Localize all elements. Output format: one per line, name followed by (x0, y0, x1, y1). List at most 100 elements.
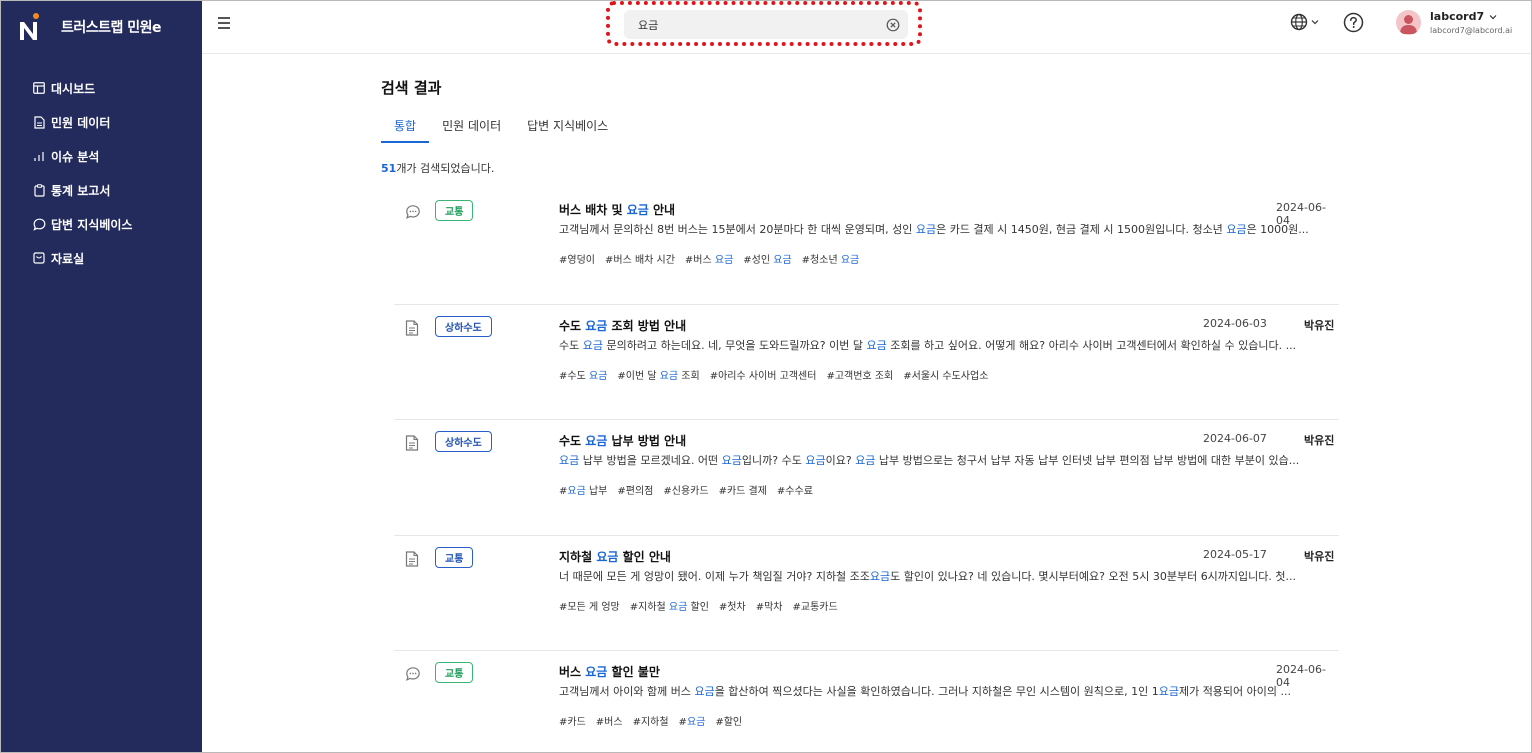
hashtag[interactable]: #첫차 (719, 598, 746, 613)
result-tabs: 통합 민원 데이터 답변 지식베이스 (381, 117, 634, 143)
tab-complaint-data[interactable]: 민원 데이터 (442, 117, 501, 143)
chevron-down-icon (1311, 20, 1319, 25)
file-icon (32, 115, 46, 129)
hashtag[interactable]: #성인 요금 (743, 251, 791, 266)
result-item[interactable]: 상하수도 수도 요금 납부 방법 안내 2024-06-07 박유진 요금 납부 방법을… (394, 420, 1339, 536)
result-author: 박유진 (1304, 434, 1335, 447)
hashtag[interactable]: #수도 요금 (559, 367, 607, 382)
result-title[interactable]: 버스 요금 할인 불만 (559, 663, 660, 680)
result-tags: #카드 #버스 #지하철 #요금 #할인 (559, 713, 752, 728)
result-date: 2024-06-07 (1203, 432, 1267, 445)
sidebar-item-label: 대시보드 (51, 81, 96, 96)
user-email: labcord7@labcord.ai (1430, 26, 1513, 35)
sidebar-item-issue-analysis[interactable]: 이슈 분석 (1, 139, 202, 173)
document-icon (405, 550, 421, 567)
hashtag[interactable]: #지하철 요금 할인 (630, 598, 709, 613)
tab-integrated[interactable]: 통합 (381, 117, 430, 143)
result-date: 2024-06-03 (1203, 316, 1267, 330)
sidebar-item-complaint-data[interactable]: 민원 데이터 (1, 105, 202, 139)
chevron-down-icon (1489, 14, 1497, 19)
result-item[interactable]: 상하수도 수도 요금 조회 방법 안내 2024-06-03 박유진수도 요금 문의하… (394, 305, 1339, 420)
sidebar-nav: 대시보드 민원 데이터 이슈 분석 통계 보고서 답변 지식베이스 자료실 (1, 71, 202, 275)
hashtag[interactable]: #편의점 (617, 482, 653, 497)
result-title[interactable]: 수도 요금 납부 방법 안내 (559, 432, 686, 449)
hashtag[interactable]: #버스 요금 (685, 251, 733, 266)
hashtag[interactable]: #할인 (715, 713, 742, 728)
results-list: 교통 버스 배차 및 요금 안내 2024-06-04 고객님께서 문의하신 8번 버… (394, 189, 1339, 753)
result-item[interactable]: 교통 버스 배차 및 요금 안내 2024-06-04 고객님께서 문의하신 8번 버… (394, 189, 1339, 305)
category-badge: 교통 (435, 546, 474, 568)
result-tags: #요금 납부 #편의점 #신용카드 #카드 결제 #수수료 (559, 482, 823, 497)
result-tags: #모든 게 엉망 #지하철 요금 할인 #첫차 #막차 #교통카드 (559, 598, 848, 613)
document-icon (405, 319, 421, 336)
result-date: 2024-05-17 (1203, 547, 1267, 561)
tab-answer-knowledgebase[interactable]: 답변 지식베이스 (527, 117, 608, 143)
hashtag[interactable]: #모든 게 엉망 (559, 598, 620, 613)
result-author: 박유진 (1304, 318, 1335, 332)
hashtag[interactable]: #신용카드 (663, 482, 708, 497)
sidebar-item-dashboard[interactable]: 대시보드 (1, 71, 202, 105)
result-title[interactable]: 지하철 요금 할인 안내 (559, 548, 671, 565)
top-header: labcord7 labcord7@labcord.ai (202, 1, 1531, 54)
search-box[interactable] (624, 10, 908, 39)
category-badge: 교통 (435, 200, 474, 221)
hashtag[interactable]: #카드 (559, 713, 586, 728)
hashtag[interactable]: #청소년 요금 (802, 251, 860, 266)
bar-chart-icon (32, 149, 46, 163)
archive-icon (32, 251, 46, 265)
document-icon (405, 435, 421, 451)
sidebar-item-label: 답변 지식베이스 (51, 217, 133, 232)
chat-icon (32, 217, 46, 231)
hashtag[interactable]: #지하철 (633, 713, 669, 728)
sidebar-item-label: 통계 보고서 (51, 183, 111, 198)
result-snippet: 고객님께서 문의하신 8번 버스는 15분에서 20분마다 한 대씩 운영되며,… (559, 223, 1309, 236)
result-snippet: 수도 요금 문의하려고 하는데요. 네, 무엇을 도와드릴까요? 이번 달 요금… (559, 338, 1297, 352)
hashtag[interactable]: #영덩이 (559, 251, 595, 266)
result-item[interactable]: 교통 지하철 요금 할인 안내 2024-05-17 박유진 너 때문에 모든 게 엉망… (394, 536, 1339, 651)
sidebar-item-answer-knowledgebase[interactable]: 답변 지식베이스 (1, 207, 202, 241)
chat-bubble-icon (405, 204, 421, 220)
result-item[interactable]: 교통 버스 요금 할인 불만 2024-06-04 고객님께서 아이와 함께 버스 요… (394, 651, 1339, 753)
search-input[interactable] (624, 18, 874, 31)
hashtag[interactable]: #버스 (596, 713, 623, 728)
hashtag[interactable]: #서울시 수도사업소 (903, 367, 988, 382)
user-menu[interactable]: labcord7 labcord7@labcord.ai (1396, 10, 1512, 35)
hashtag[interactable]: #고객번호 조회 (826, 367, 893, 382)
category-badge: 상하수도 (435, 315, 492, 337)
hashtag[interactable]: #교통카드 (792, 598, 837, 613)
sidebar-item-label: 자료실 (51, 251, 85, 266)
hashtag[interactable]: #요금 (679, 713, 706, 728)
hashtag[interactable]: #막차 (756, 598, 783, 613)
hashtag[interactable]: #이번 달 요금 조회 (617, 367, 699, 382)
hashtag[interactable]: #수수료 (777, 482, 813, 497)
page-title: 검색 결과 (381, 79, 442, 97)
hashtag[interactable]: #요금 납부 (559, 482, 607, 497)
result-title[interactable]: 수도 요금 조회 방법 안내 (559, 317, 686, 334)
sidebar-item-statistics-report[interactable]: 통계 보고서 (1, 173, 202, 207)
menu-icon[interactable] (218, 17, 232, 31)
category-badge: 교통 (435, 662, 474, 683)
sidebar: 트러스트랩 민원e 대시보드 민원 데이터 이슈 분석 통계 보고서 답변 지식… (1, 1, 202, 752)
sidebar-item-label: 이슈 분석 (51, 149, 100, 164)
result-tags: #영덩이 #버스 배차 시간 #버스 요금 #성인 요금 #청소년 요금 (559, 251, 869, 266)
result-title[interactable]: 버스 배차 및 요금 안내 (559, 201, 675, 218)
result-tags: #수도 요금 #이번 달 요금 조회 #아리수 사이버 고객센터 #고객번호 조회 #서… (559, 367, 998, 382)
chat-bubble-icon (405, 666, 421, 682)
result-count: 51개가 검색되었습니다. (381, 160, 494, 176)
clear-search-icon[interactable] (886, 17, 900, 32)
hashtag[interactable]: #아리수 사이버 고객센터 (710, 367, 817, 382)
result-snippet: 요금 납부 방법을 모르겠네요. 어떤 요금입니까? 수도 요금이요? 요금 납… (559, 454, 1300, 467)
hashtag[interactable]: #버스 배차 시간 (605, 251, 675, 266)
result-count-text: 개가 검색되었습니다. (396, 162, 495, 175)
sidebar-item-archive[interactable]: 자료실 (1, 241, 202, 275)
brand-name: 트러스트랩 민원e (61, 20, 162, 36)
result-count-number: 51 (381, 162, 397, 175)
help-icon[interactable] (1343, 12, 1364, 33)
user-name: labcord7 (1430, 10, 1512, 23)
globe-icon (1290, 13, 1308, 31)
hashtag[interactable]: #카드 결제 (719, 482, 767, 497)
logo-icon (17, 12, 43, 42)
language-selector[interactable] (1290, 13, 1319, 31)
brand[interactable]: 트러스트랩 민원e (17, 11, 162, 43)
clipboard-icon (32, 183, 46, 197)
